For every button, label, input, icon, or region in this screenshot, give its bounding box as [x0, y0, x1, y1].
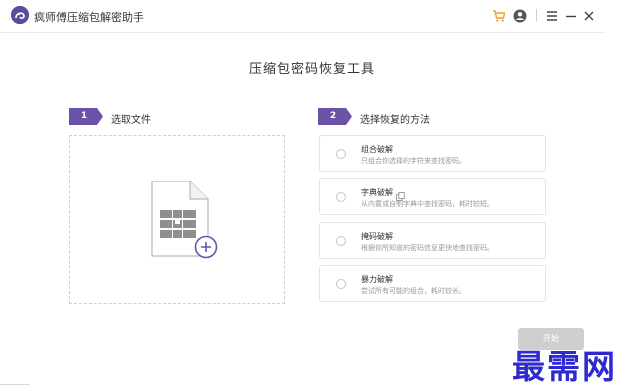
copy-icon[interactable] [396, 186, 405, 201]
app-logo-icon [11, 6, 29, 24]
cart-icon[interactable] [491, 8, 507, 24]
close-icon[interactable] [581, 8, 597, 24]
method-option-brute-force[interactable]: 暴力破解 尝试所有可能的组合，耗时较长。 [319, 265, 546, 302]
method-description: 根据你所知道的密码信息更快地查找密码。 [361, 244, 494, 252]
user-icon[interactable] [512, 8, 528, 24]
titlebar-separator [536, 9, 537, 22]
method-description: 从内置或自制字典中查找密码，耗时较短。 [361, 200, 494, 208]
step-1-badge: 1 [69, 108, 103, 125]
watermark: 最需网 [512, 347, 617, 386]
method-description: 只组合你选择的字符来查找密码。 [361, 157, 466, 165]
radio-button[interactable] [336, 279, 346, 289]
method-title: 字典破解 [361, 188, 393, 197]
step-1-label: 选取文件 [111, 115, 151, 126]
app-title: 疯师傅压缩包解密助手 [34, 11, 144, 24]
step-2-label: 选择恢复的方法 [360, 115, 430, 126]
title-bar: 疯师傅压缩包解密助手 [0, 0, 624, 32]
method-title: 暴力破解 [361, 275, 393, 284]
radio-button[interactable] [336, 149, 346, 159]
step-2-number: 2 [329, 111, 337, 121]
method-title: 组合破解 [361, 145, 393, 154]
minimize-icon[interactable] [563, 8, 579, 24]
step-2-badge: 2 [318, 108, 352, 125]
method-title: 掩码破解 [361, 232, 393, 241]
radio-button[interactable] [336, 192, 346, 202]
title-divider [0, 32, 606, 33]
step-1-number: 1 [80, 111, 88, 121]
page-title: 压缩包密码恢复工具 [248, 62, 375, 77]
menu-icon[interactable] [544, 8, 560, 24]
add-archive-icon[interactable] [150, 180, 220, 261]
method-option-dictionary[interactable]: 字典破解 从内置或自制字典中查找密码，耗时较短。 [319, 178, 546, 215]
method-option-mask[interactable]: 掩码破解 根据你所知道的密码信息更快地查找密码。 [319, 222, 546, 259]
method-option-combination[interactable]: 组合破解 只组合你选择的字符来查找密码。 [319, 135, 546, 172]
file-drop-area[interactable] [69, 135, 285, 304]
radio-button[interactable] [336, 236, 346, 246]
method-description: 尝试所有可能的组合，耗时较长。 [361, 287, 466, 295]
